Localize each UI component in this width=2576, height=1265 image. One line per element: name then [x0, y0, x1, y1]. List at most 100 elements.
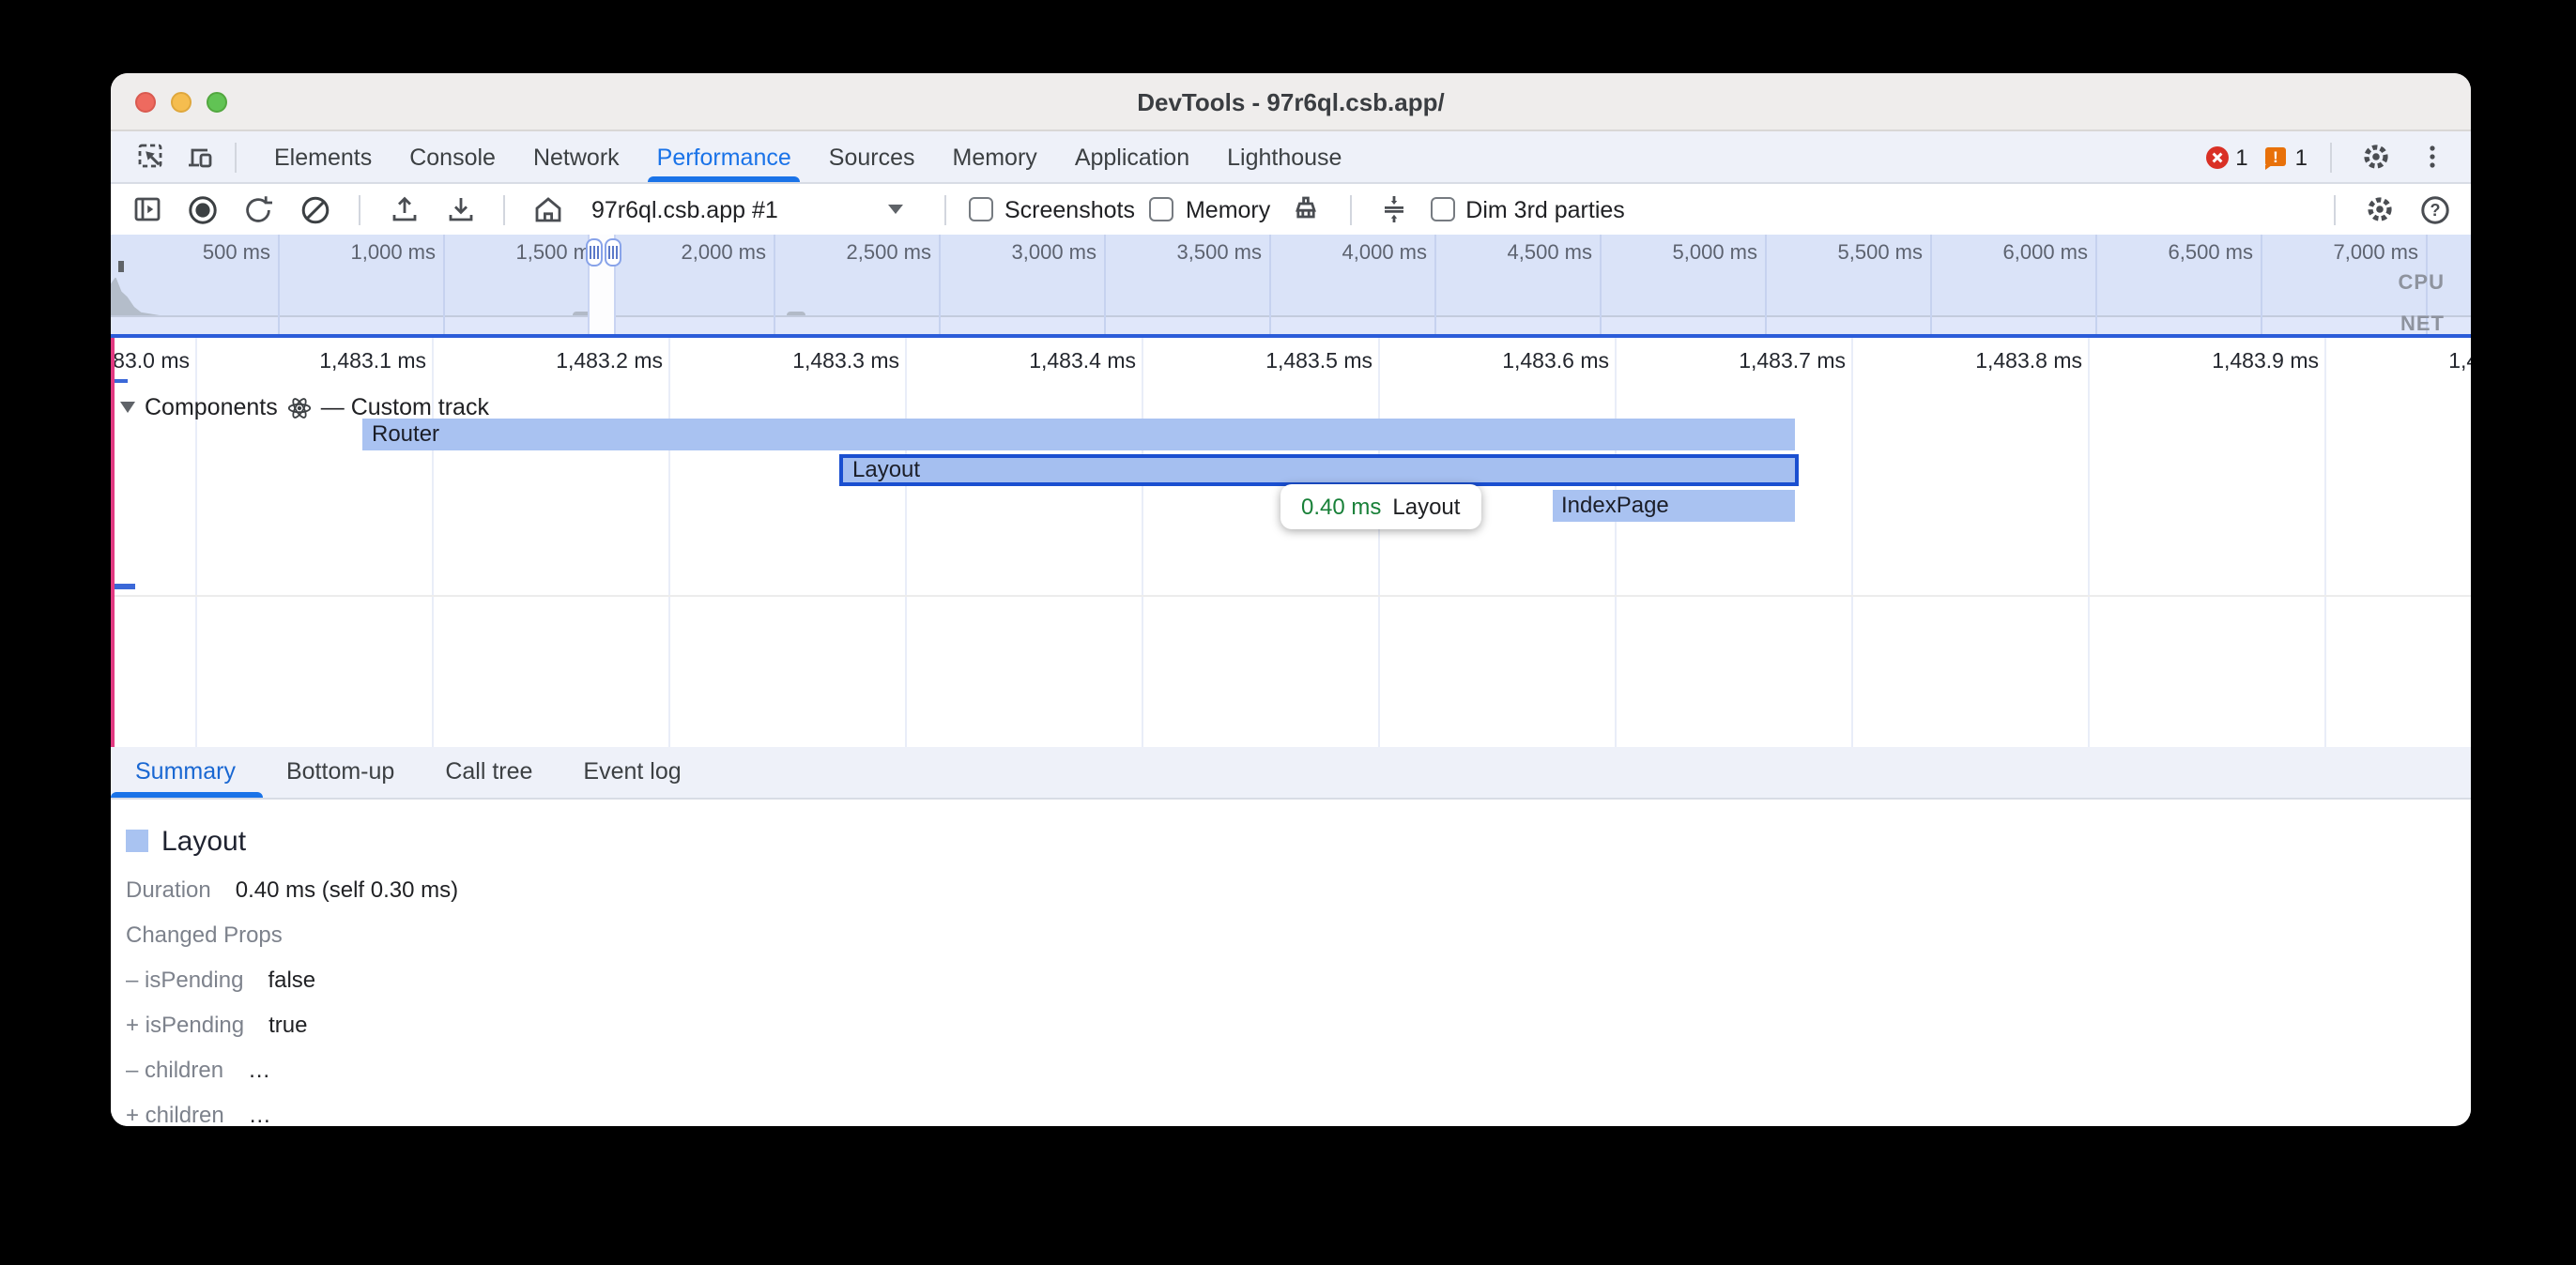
event-bar-indexpage[interactable]: IndexPage — [1552, 490, 1794, 522]
inspect-element-button[interactable] — [130, 136, 171, 177]
overview-tick-label: 4,500 ms — [1508, 242, 1593, 265]
kebab-menu-icon — [2415, 141, 2447, 173]
tab-console[interactable]: Console — [391, 131, 514, 182]
tab-elements[interactable]: Elements — [255, 131, 391, 182]
svg-text:?: ? — [2430, 200, 2441, 219]
tab-network[interactable]: Network — [514, 131, 638, 182]
memory-checkbox[interactable]: Memory — [1150, 196, 1270, 222]
overview-tick-label: 4,000 ms — [1342, 242, 1428, 265]
settings-button[interactable] — [2354, 136, 2396, 177]
overview-tick-label: 5,000 ms — [1673, 242, 1758, 265]
load-profile-button[interactable] — [383, 189, 424, 230]
svg-text:!: ! — [2274, 147, 2279, 165]
record-button[interactable] — [182, 189, 223, 230]
checkbox-box — [969, 197, 993, 221]
summary-row: + isPendingtrue — [126, 1012, 2471, 1038]
summary-row-value: false — [268, 967, 315, 993]
issues-icon: ! — [2263, 144, 2290, 170]
ruler-tick-label: 1,483.5 ms — [1265, 350, 1372, 373]
inspect-icon — [134, 141, 166, 173]
details-tab-event-log[interactable]: Event log — [583, 759, 681, 785]
sidebar-panel-icon — [130, 193, 162, 225]
overview-gridline — [1104, 235, 1106, 333]
compress-icon — [1378, 193, 1410, 225]
performance-toolbar: 97r6ql.csb.app #1 Screenshots Memory — [111, 184, 2471, 235]
ruler-gridline — [1142, 338, 1143, 746]
details-tab-call-tree[interactable]: Call tree — [445, 759, 532, 785]
clear-button[interactable] — [295, 189, 336, 230]
error-icon — [2203, 144, 2230, 170]
summary-title-row: Layout — [126, 824, 2471, 858]
ruler-gridline — [1378, 338, 1380, 746]
tab-sources[interactable]: Sources — [810, 131, 934, 182]
toggle-sidebar-button[interactable] — [126, 189, 167, 230]
selection-right-handle[interactable] — [604, 237, 621, 266]
tab-lighthouse[interactable]: Lighthouse — [1208, 131, 1360, 182]
tab-performance[interactable]: Performance — [638, 131, 810, 182]
summary-row-label: – isPending — [126, 967, 243, 993]
overview-tick-label: 2,000 ms — [682, 242, 767, 265]
summary-title: Layout — [161, 825, 246, 857]
components-track-header[interactable]: Components — Custom track — [120, 394, 489, 420]
record-and-reload-button[interactable] — [238, 189, 280, 230]
cpu-activity-blip — [787, 311, 805, 315]
summary-row: – isPending false — [126, 967, 2471, 993]
overview-tick-label: 1,000 ms — [351, 242, 437, 265]
ruler-gridline — [905, 338, 907, 746]
device-toolbar-button[interactable] — [178, 136, 220, 177]
cpu-activity-graph — [111, 277, 160, 315]
collect-garbage-button[interactable] — [1285, 189, 1326, 230]
overview-gridline — [2261, 235, 2262, 333]
tab-application[interactable]: Application — [1056, 131, 1208, 182]
home-icon — [531, 192, 565, 226]
tooltip-duration: 0.40 ms — [1301, 493, 1381, 519]
tab-memory[interactable]: Memory — [934, 131, 1056, 182]
save-profile-button[interactable] — [439, 189, 481, 230]
help-button[interactable]: ? — [2415, 189, 2456, 230]
details-tab-bar: Summary Bottom-up Call tree Event log — [111, 746, 2471, 800]
ruler-tick-label: 1,483.2 ms — [556, 350, 663, 373]
ruler-tick-label: 1,483.3 ms — [792, 350, 899, 373]
more-options-button[interactable] — [2411, 136, 2452, 177]
ruler-tick-label: 1,483.0 ms — [111, 350, 190, 373]
history-selector[interactable]: 97r6ql.csb.app #1 — [591, 196, 914, 222]
upload-icon — [388, 193, 420, 225]
ruler-tick-label: 1,483.9 ms — [2212, 350, 2319, 373]
ruler-gridline — [2324, 338, 2326, 746]
details-tab-summary[interactable]: Summary — [135, 759, 236, 785]
live-metrics-button[interactable] — [528, 189, 569, 230]
overview-tick-label: 6,500 ms — [2169, 242, 2254, 265]
ruler-gridline — [1615, 338, 1617, 746]
dim-3rd-parties-checkbox[interactable]: Dim 3rd parties — [1430, 196, 1625, 222]
overview-tick-label: 7,000 ms — [2334, 242, 2419, 265]
error-badge[interactable]: 1 — [2203, 144, 2247, 170]
overview-tick-label: 3,000 ms — [1012, 242, 1097, 265]
devtools-tab-strip: ElementsConsoleNetworkPerformanceSources… — [255, 131, 1360, 182]
ruler-tick-label: 1,483.1 ms — [319, 350, 426, 373]
summary-row: – children… — [126, 1057, 2471, 1083]
history-selected-value: 97r6ql.csb.app #1 — [591, 196, 778, 222]
screen: DevTools - 97r6ql.csb.app/ ElementsConso… — [0, 0, 2576, 1265]
details-tab-bottom-up[interactable]: Bottom-up — [286, 759, 394, 785]
memory-label: Memory — [1186, 196, 1270, 222]
summary-row: Duration0.40 ms (self 0.30 ms) — [126, 876, 2471, 903]
capture-settings-button[interactable] — [2358, 189, 2400, 230]
summary-row: Changed Props — [126, 922, 2471, 948]
shortcuts-dialog-button[interactable] — [1373, 189, 1415, 230]
timeline-overview[interactable]: 500 ms1,000 ms1,500 ms2,000 ms2,500 ms3,… — [111, 235, 2471, 333]
ruler-gridline — [2088, 338, 2090, 746]
flame-chart[interactable]: 1,483.0 ms 1,483.1 ms 1,483.2 ms 1,483.3 ms… — [111, 338, 2471, 746]
overview-tick-label: 6,000 ms — [2003, 242, 2089, 265]
active-tab-underline — [111, 791, 263, 798]
summary-panel: Layout Duration0.40 ms (self 0.30 ms) Cha… — [111, 800, 2471, 1126]
overview-gridline — [2095, 235, 2097, 333]
event-bar-layout[interactable]: Layout — [839, 454, 1799, 486]
overview-gridline — [1765, 235, 1767, 333]
issues-badge[interactable]: ! 1 — [2263, 144, 2308, 170]
event-bar-router[interactable]: Router — [362, 419, 1795, 450]
overview-gridline — [939, 235, 941, 333]
track-suffix: — Custom track — [321, 394, 489, 420]
selection-left-handle[interactable] — [585, 237, 602, 266]
dim-3rd-parties-label: Dim 3rd parties — [1465, 196, 1625, 222]
screenshots-checkbox[interactable]: Screenshots — [969, 196, 1135, 222]
